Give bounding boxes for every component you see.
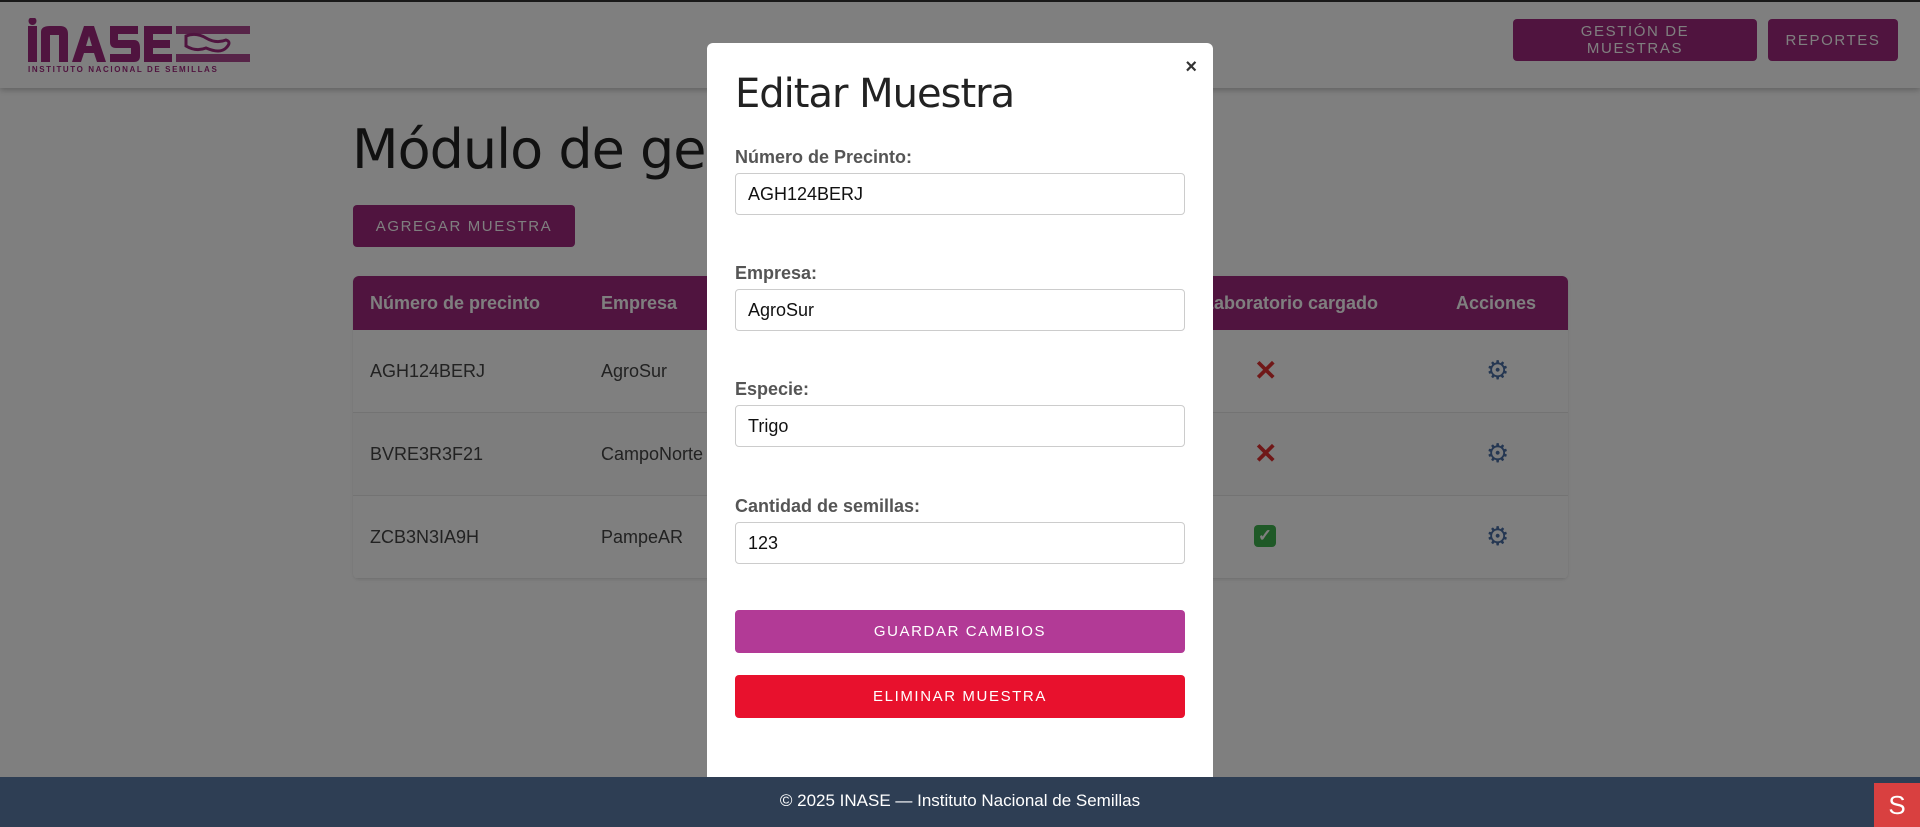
especie-label: Especie: <box>735 379 810 399</box>
close-icon[interactable]: × <box>1179 55 1203 80</box>
save-changes-button[interactable]: GUARDAR CAMBIOS <box>735 610 1185 653</box>
precinto-input[interactable] <box>735 173 1185 215</box>
empresa-input[interactable] <box>735 289 1185 331</box>
corner-widget-icon[interactable]: S <box>1874 783 1920 827</box>
especie-input[interactable] <box>735 405 1185 447</box>
modal-title: Editar Muestra <box>735 71 1015 117</box>
edit-sample-modal: × Editar Muestra Número de Precinto: Emp… <box>707 43 1213 777</box>
empresa-label: Empresa: <box>735 263 818 283</box>
delete-sample-button[interactable]: ELIMINAR MUESTRA <box>735 675 1185 718</box>
cantidad-label: Cantidad de semillas: <box>735 496 921 516</box>
footer: © 2025 INASE — Instituto Nacional de Sem… <box>0 777 1920 827</box>
precinto-label: Número de Precinto: <box>735 147 913 167</box>
cantidad-input[interactable] <box>735 522 1185 564</box>
footer-text: © 2025 INASE — Instituto Nacional de Sem… <box>779 791 1141 810</box>
